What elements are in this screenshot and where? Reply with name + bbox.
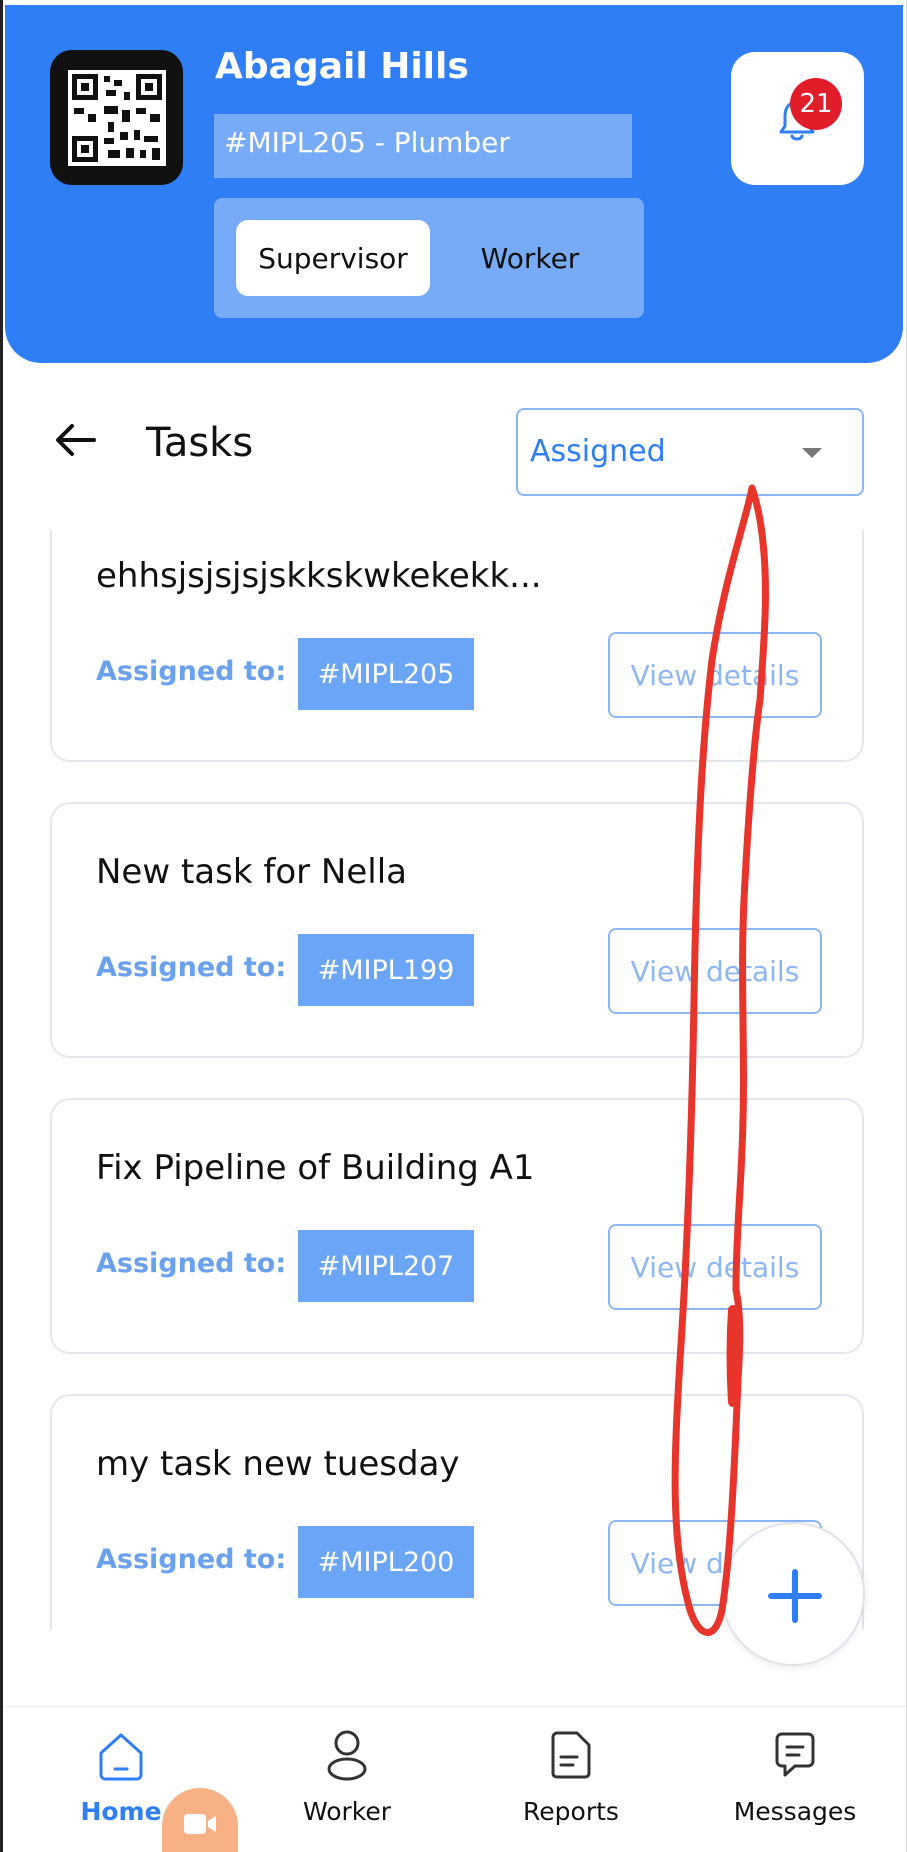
assigned-to-label: Assigned to: [96, 1544, 287, 1575]
role-option-worker[interactable]: Worker [440, 220, 620, 296]
notification-count-badge: 21 [790, 78, 842, 130]
assigned-to-label: Assigned to: [96, 1248, 287, 1279]
task-card: Fix Pipeline of Building A1 Assigned to:… [50, 1098, 864, 1354]
view-details-button[interactable]: View details [608, 928, 822, 1014]
video-camera-icon [184, 1814, 216, 1834]
user-name: Abagail Hills [215, 46, 469, 87]
task-title: New task for Nella [96, 852, 407, 892]
plus-icon [768, 1569, 822, 1623]
nav-label-messages: Messages [733, 1797, 857, 1826]
assignee-chip: #MIPL207 [298, 1230, 474, 1302]
add-task-button[interactable] [721, 1522, 865, 1666]
nav-item-reports[interactable]: Reports [481, 1727, 661, 1826]
message-icon [775, 1732, 815, 1777]
task-filter-dropdown[interactable]: Assigned [516, 408, 864, 496]
task-card: ehhsjsjsjsjskkskwkekekk... Assigned to: … [50, 530, 864, 762]
role-toggle: Supervisor Worker [214, 198, 644, 318]
task-filter-value: Assigned [530, 434, 666, 469]
nav-item-worker[interactable]: Worker [257, 1727, 437, 1826]
back-arrow-icon[interactable] [54, 420, 98, 460]
document-icon [551, 1731, 591, 1779]
qr-code-image [67, 69, 166, 166]
qr-code[interactable] [50, 50, 183, 185]
assignee-chip: #MIPL205 [298, 638, 474, 710]
bottom-navigation: Home Worker Reports Messages [3, 1706, 906, 1852]
nav-label-reports: Reports [523, 1797, 619, 1826]
nav-label-worker: Worker [302, 1797, 392, 1826]
assigned-to-label: Assigned to: [96, 656, 287, 687]
task-title: Fix Pipeline of Building A1 [96, 1148, 535, 1188]
nav-item-messages[interactable]: Messages [705, 1727, 885, 1826]
view-details-button[interactable]: View details [608, 1224, 822, 1310]
user-id-role: #MIPL205 - Plumber [214, 114, 632, 178]
task-title: my task new tuesday [96, 1444, 460, 1484]
view-details-button[interactable]: View details [608, 632, 822, 718]
task-title: ehhsjsjsjsjskkskwkekekk... [96, 556, 542, 596]
assigned-to-label: Assigned to: [96, 952, 287, 983]
task-card: New task for Nella Assigned to: #MIPL199… [50, 802, 864, 1058]
person-icon [327, 1730, 367, 1781]
role-option-supervisor[interactable]: Supervisor [236, 220, 430, 296]
page-title: Tasks [146, 420, 254, 466]
chevron-down-icon [802, 448, 822, 458]
assignee-chip: #MIPL199 [298, 934, 474, 1006]
home-icon [99, 1733, 143, 1781]
assignee-chip: #MIPL200 [298, 1526, 474, 1598]
task-list[interactable]: ehhsjsjsjsjskkskwkekekk... Assigned to: … [0, 530, 907, 1630]
